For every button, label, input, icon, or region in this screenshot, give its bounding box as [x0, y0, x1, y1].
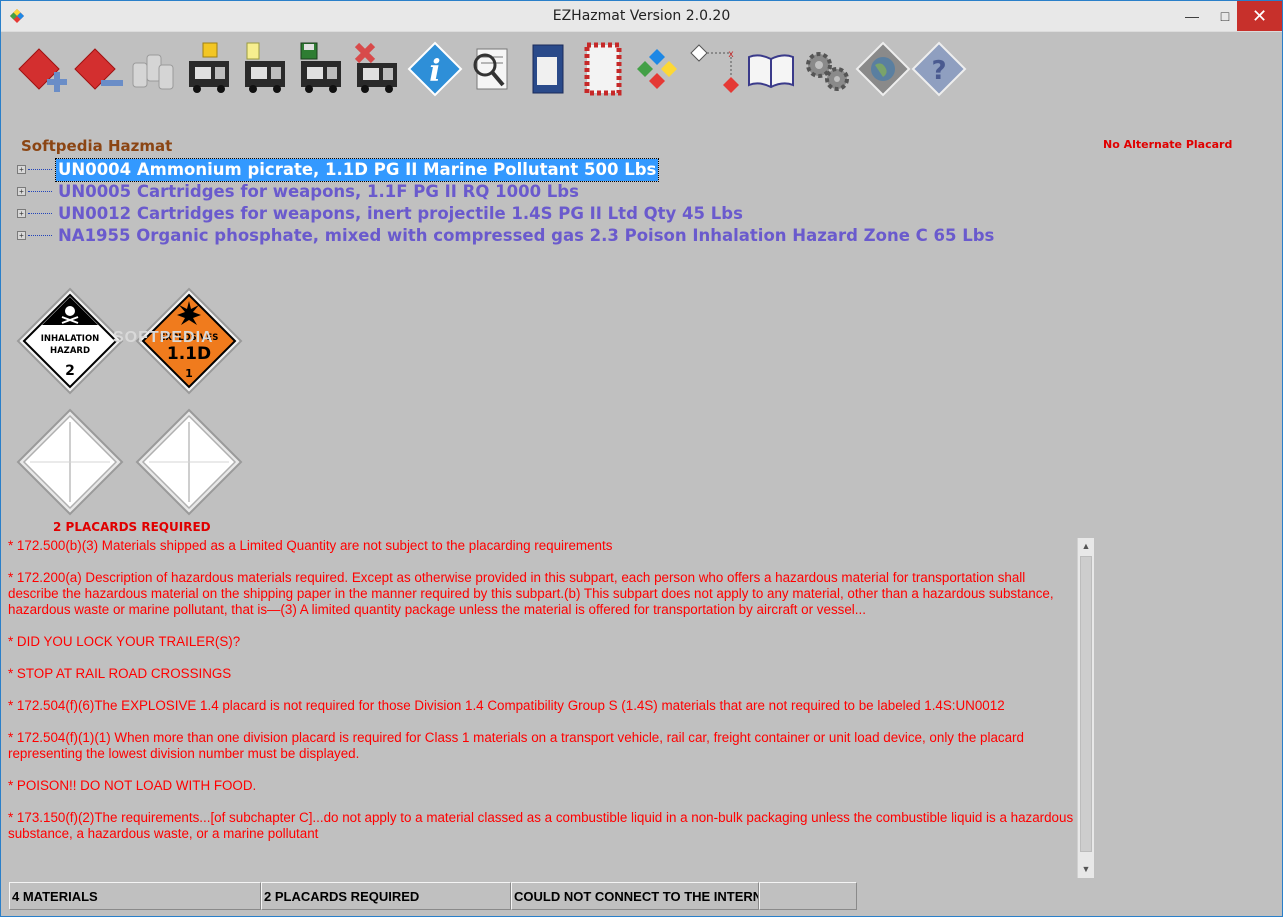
inhalation-hazard-placard: INHALATION HAZARD 2: [16, 287, 124, 395]
new-truck-icon[interactable]: [237, 41, 293, 99]
title-bar[interactable]: EZHazmat Version 2.0.20 — □ ✕: [1, 1, 1282, 32]
status-materials: 4 MATERIALS: [9, 882, 261, 910]
note-item: * 172.504(f)(6)The EXPLOSIVE 1.4 placard…: [8, 698, 1005, 713]
tree-item[interactable]: + UN0004 Ammonium picrate, 1.1D PG II Ma…: [17, 158, 917, 182]
globe-icon[interactable]: [855, 41, 911, 99]
inhalation-class: 2: [65, 363, 75, 379]
empty-placard-slot: [16, 408, 124, 516]
expand-icon[interactable]: +: [17, 231, 26, 240]
note-item: * 172.200(a) Description of hazardous ma…: [8, 570, 1054, 617]
note-item: * 173.150(f)(2)The requirements...[of su…: [8, 810, 1074, 841]
maximize-button[interactable]: □: [1213, 1, 1237, 31]
segregation-icon[interactable]: [631, 41, 687, 99]
expand-icon[interactable]: +: [17, 187, 26, 196]
status-bar: 4 MATERIALS 2 PLACARDS REQUIRED COULD NO…: [1, 880, 1282, 916]
expand-icon[interactable]: +: [17, 165, 26, 174]
svg-text:i: i: [429, 54, 440, 89]
expand-icon[interactable]: +: [17, 209, 26, 218]
drums-icon[interactable]: [125, 41, 181, 99]
material-label[interactable]: UN0005 Cartridges for weapons, 1.1F PG I…: [56, 181, 581, 203]
note-item: * STOP AT RAIL ROAD CROSSINGS: [8, 666, 232, 681]
explosives-class: 1: [185, 367, 193, 380]
tree-connector: [28, 235, 52, 236]
tree-item[interactable]: + UN0005 Cartridges for weapons, 1.1F PG…: [17, 181, 917, 203]
minimize-button[interactable]: —: [1171, 1, 1213, 31]
placard-frame-icon[interactable]: [575, 41, 631, 99]
alternate-placard-label: No Alternate Placard: [1103, 138, 1233, 151]
settings-icon[interactable]: [799, 41, 855, 99]
explosives-division: 1.1D: [167, 344, 211, 364]
svg-text:?: ?: [931, 56, 946, 86]
scroll-down-button[interactable]: ▼: [1078, 861, 1094, 878]
app-window: EZHazmat Version 2.0.20 — □ ✕ i x ? Soft…: [0, 0, 1283, 917]
delete-truck-icon[interactable]: [349, 41, 405, 99]
info-icon[interactable]: i: [407, 41, 463, 99]
empty-placard-slot: [135, 408, 243, 516]
company-name: Softpedia Hazmat: [21, 137, 173, 155]
regulation-notes[interactable]: * 172.500(b)(3) Materials shipped as a L…: [8, 538, 1077, 878]
status-placards: 2 PLACARDS REQUIRED: [261, 882, 511, 910]
tree-item[interactable]: + UN0012 Cartridges for weapons, inert p…: [17, 203, 917, 225]
material-label[interactable]: UN0004 Ammonium picrate, 1.1D PG II Mari…: [54, 158, 660, 182]
note-item: * 172.500(b)(3) Materials shipped as a L…: [8, 538, 613, 553]
note-item: * 172.504(f)(1)(1) When more than one di…: [8, 730, 1024, 761]
note-item: * DID YOU LOCK YOUR TRAILER(S)?: [8, 634, 241, 649]
status-extra: [759, 882, 857, 910]
tree-connector: [28, 191, 52, 192]
window-title: EZHazmat Version 2.0.20: [552, 8, 731, 24]
note-item: * POISON!! DO NOT LOAD WITH FOOD.: [8, 778, 257, 793]
add-material-icon[interactable]: [13, 41, 69, 99]
svg-text:x: x: [729, 49, 734, 60]
open-truck-icon[interactable]: [181, 41, 237, 99]
document-icon[interactable]: [519, 41, 575, 99]
status-connection: COULD NOT CONNECT TO THE INTERNE: [511, 882, 759, 910]
scroll-thumb[interactable]: [1080, 556, 1092, 852]
tree-connector: [28, 213, 52, 214]
help-icon[interactable]: ?: [911, 41, 967, 99]
inhalation-line2: HAZARD: [50, 346, 90, 356]
watermark: SOFTPEDIA: [113, 329, 214, 346]
placards-required-label: 2 PLACARDS REQUIRED: [53, 520, 211, 534]
remove-material-icon[interactable]: [69, 41, 125, 99]
save-truck-icon[interactable]: [293, 41, 349, 99]
tree-connector: [28, 169, 52, 170]
book-icon[interactable]: [743, 41, 799, 99]
material-label[interactable]: NA1955 Organic phosphate, mixed with com…: [56, 225, 996, 247]
material-label[interactable]: UN0012 Cartridges for weapons, inert pro…: [56, 203, 745, 225]
close-button[interactable]: ✕: [1237, 1, 1282, 31]
segregation-table-icon[interactable]: x: [687, 41, 743, 99]
tree-item[interactable]: + NA1955 Organic phosphate, mixed with c…: [17, 225, 994, 247]
inhalation-line1: INHALATION: [41, 334, 100, 344]
notes-scrollbar[interactable]: ▲ ▼: [1077, 538, 1094, 878]
search-icon[interactable]: [463, 41, 519, 99]
scroll-up-button[interactable]: ▲: [1078, 538, 1094, 555]
